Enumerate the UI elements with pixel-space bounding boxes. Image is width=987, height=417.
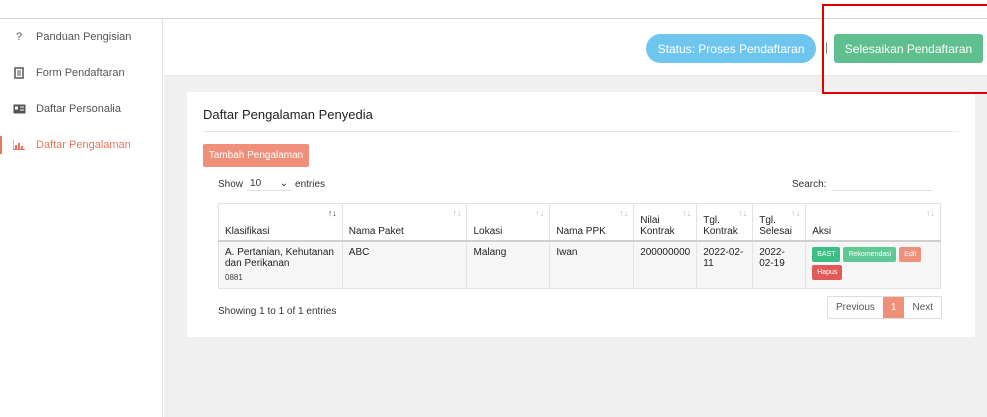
sort-asc-icon: ↑↓ <box>327 208 337 218</box>
experience-table: ↑↓ Klasifikasi ↑↓ Nama Paket ↑↓ Lokasi ↑↓ Na… <box>218 203 941 289</box>
status-button[interactable]: Status: Proses Pendaftaran <box>646 34 816 63</box>
entries-label: entries <box>295 178 326 190</box>
card-title: Daftar Pengalaman Penyedia <box>203 107 373 122</box>
rekomendasi-button[interactable]: Rekomendasi <box>843 246 897 262</box>
page-1-button[interactable]: 1 <box>882 297 905 318</box>
entries-select[interactable]: 10 ⌄ <box>247 177 292 191</box>
show-label: Show <box>218 178 244 190</box>
cell-nama-ppk: Iwan <box>549 240 635 289</box>
sidebar-item-label: Daftar Pengalaman <box>36 139 131 151</box>
experience-card: Daftar Pengalaman Penyedia Tambah Pengal… <box>187 92 975 337</box>
sort-icon: ↑↓ <box>738 208 748 218</box>
search-label: Search: <box>792 178 827 190</box>
column-header-nama-ppk[interactable]: ↑↓ Nama PPK <box>549 203 635 242</box>
column-header-tgl-selesai[interactable]: ↑↓ Tgl. Selesai <box>752 203 807 242</box>
sidebar-item-pengalaman[interactable]: Daftar Pengalaman <box>0 127 162 163</box>
add-experience-button[interactable]: Tambah Pengalaman <box>203 144 309 167</box>
cell-nama-paket: ABC <box>341 240 468 289</box>
table-search: Search: <box>792 177 933 191</box>
entries-select-value: 10 <box>250 178 262 189</box>
column-header-nama-paket[interactable]: ↑↓ Nama Paket <box>341 203 468 242</box>
sidebar-item-personalia[interactable]: Daftar Personalia <box>0 91 162 127</box>
edit-button[interactable]: Edit <box>899 246 922 262</box>
entries-length-control: Show 10 ⌄ entries <box>218 177 325 191</box>
cell-tgl-selesai: 2022-02-19 <box>752 240 807 289</box>
sidebar-item-form[interactable]: Form Pendaftaran <box>0 55 162 91</box>
column-header-nilai-kontrak[interactable]: ↑↓ Nilai Kontrak <box>633 203 698 242</box>
cell-lokasi: Malang <box>466 240 551 289</box>
table-row: A. Pertanian, Kehutanan dan Perikanan 08… <box>218 240 941 289</box>
sort-icon: ↑↓ <box>619 208 629 218</box>
table-header-row: ↑↓ Klasifikasi ↑↓ Nama Paket ↑↓ Lokasi ↑↓ Na… <box>218 203 941 242</box>
highlight-box <box>822 4 987 94</box>
search-input[interactable] <box>832 177 933 191</box>
sidebar-item-label: Form Pendaftaran <box>36 67 125 79</box>
sort-icon: ↑↓ <box>682 208 692 218</box>
sort-icon: ↑↓ <box>535 208 545 218</box>
column-header-lokasi[interactable]: ↑↓ Lokasi <box>466 203 551 242</box>
cell-aksi: BAST Rekomendasi Edit Hapus <box>805 240 941 289</box>
id-card-icon <box>12 102 26 116</box>
sidebar-item-label: Daftar Personalia <box>36 103 121 115</box>
cell-klasifikasi: A. Pertanian, Kehutanan dan Perikanan 08… <box>218 240 343 289</box>
column-header-klasifikasi[interactable]: ↑↓ Klasifikasi <box>218 203 343 242</box>
cell-tgl-kontrak: 2022-02-11 <box>696 240 754 289</box>
sidebar-item-panduan[interactable]: ? Panduan Pengisian <box>0 19 162 55</box>
hapus-button[interactable]: Hapus <box>812 264 843 280</box>
card-divider <box>203 131 959 132</box>
klasifikasi-code: 0881 <box>225 272 243 282</box>
column-header-tgl-kontrak[interactable]: ↑↓ Tgl. Kontrak <box>696 203 754 242</box>
sort-icon: ↑↓ <box>791 208 801 218</box>
sidebar: ? Panduan Pengisian Form Pendaftaran Daf… <box>0 19 163 417</box>
pagination: Previous 1 Next <box>827 296 943 319</box>
klasifikasi-text: A. Pertanian, Kehutanan dan Perikanan <box>225 246 334 269</box>
table-info: Showing 1 to 1 of 1 entries <box>218 306 337 317</box>
active-indicator <box>0 136 2 154</box>
sort-icon: ↑↓ <box>452 208 462 218</box>
question-icon: ? <box>15 31 23 43</box>
column-header-aksi[interactable]: ↑↓ Aksi <box>805 203 941 242</box>
next-page-button[interactable]: Next <box>904 297 941 318</box>
bast-button[interactable]: BAST <box>812 246 841 262</box>
clipboard-icon <box>12 66 26 80</box>
sidebar-item-label: Panduan Pengisian <box>36 31 132 43</box>
row-actions: BAST Rekomendasi Edit Hapus <box>812 246 934 280</box>
sort-icon: ↑↓ <box>926 208 935 218</box>
chevron-down-icon: ⌄ <box>279 178 289 189</box>
cell-nilai-kontrak: 200000000 <box>633 240 698 289</box>
previous-page-button[interactable]: Previous <box>828 297 883 318</box>
chart-icon <box>12 138 26 152</box>
